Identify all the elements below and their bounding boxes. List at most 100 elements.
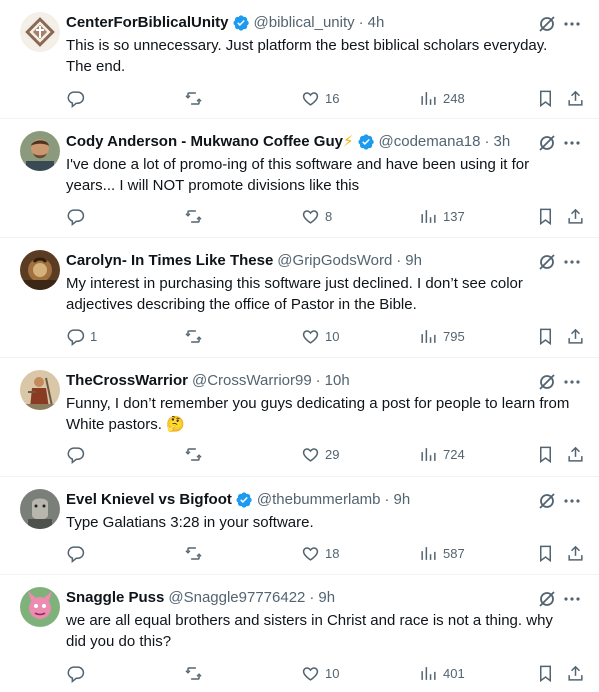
views-button[interactable]: 795 — [419, 324, 465, 348]
grok-icon[interactable] — [537, 589, 557, 609]
retweet-button[interactable] — [184, 661, 208, 685]
more-icon[interactable] — [563, 373, 581, 391]
avatar[interactable] — [20, 489, 60, 529]
share-button[interactable] — [566, 661, 585, 685]
bookmark-button[interactable] — [536, 541, 555, 565]
like-button[interactable]: 10 — [301, 324, 339, 348]
handle[interactable]: @biblical_unity — [254, 13, 355, 33]
more-icon[interactable] — [563, 134, 581, 152]
share-button[interactable] — [566, 204, 585, 228]
display-name[interactable]: Evel Knievel vs Bigfoot — [66, 490, 232, 510]
bookmark-button[interactable] — [536, 442, 555, 466]
separator: · — [309, 589, 315, 606]
display-name[interactable]: CenterForBiblicalUnity — [66, 13, 229, 33]
like-count: 8 — [325, 208, 333, 224]
more-icon[interactable] — [563, 15, 581, 33]
verified-icon — [232, 14, 250, 32]
views-button[interactable]: 137 — [419, 204, 465, 228]
share-icon — [566, 89, 585, 108]
handle[interactable]: @CrossWarrior99 — [192, 371, 312, 391]
avatar[interactable] — [20, 131, 60, 171]
tweet[interactable]: Cody Anderson - Mukwano Coffee Guy ⚡ @co… — [0, 119, 599, 238]
share-button[interactable] — [566, 541, 585, 565]
bookmark-button[interactable] — [536, 661, 555, 685]
share-button[interactable] — [566, 442, 585, 466]
like-icon — [301, 207, 320, 226]
bookmark-button[interactable] — [536, 86, 555, 110]
grok-icon[interactable] — [537, 372, 557, 392]
timestamp[interactable]: 9h — [318, 588, 335, 608]
like-icon — [301, 544, 320, 563]
separator: · — [384, 491, 390, 508]
display-name[interactable]: Cody Anderson - Mukwano Coffee Guy — [66, 132, 343, 152]
grok-icon[interactable] — [537, 14, 557, 34]
timestamp[interactable]: 10h — [325, 371, 350, 391]
grok-icon[interactable] — [537, 252, 557, 272]
grok-icon[interactable] — [537, 491, 557, 511]
retweet-button[interactable] — [184, 324, 208, 348]
separator: · — [484, 133, 490, 150]
tweet[interactable]: Carolyn- In Times Like These @GripGodsWo… — [0, 238, 599, 358]
share-button[interactable] — [566, 324, 585, 348]
like-button[interactable]: 29 — [301, 442, 339, 466]
reply-button[interactable]: 1 — [66, 324, 97, 348]
like-button[interactable]: 16 — [301, 86, 339, 110]
avatar[interactable] — [20, 250, 60, 290]
display-name[interactable]: Carolyn- In Times Like These — [66, 251, 273, 271]
avatar[interactable] — [20, 370, 60, 410]
handle[interactable]: @Snaggle97776422 — [168, 588, 305, 608]
timestamp[interactable]: 9h — [405, 251, 422, 271]
like-icon — [301, 445, 320, 464]
share-icon — [566, 664, 585, 683]
more-icon[interactable] — [563, 492, 581, 510]
view-count: 248 — [443, 90, 465, 106]
tweet-header: Evel Knievel vs Bigfoot @thebummerlamb ·… — [66, 490, 539, 510]
reply-button[interactable] — [66, 442, 90, 466]
like-button[interactable]: 8 — [301, 204, 332, 228]
display-name[interactable]: Snaggle Puss — [66, 588, 164, 608]
views-button[interactable]: 587 — [419, 541, 465, 565]
action-bar: 1 10 795 — [0, 324, 599, 348]
like-count: 10 — [325, 328, 340, 344]
views-button[interactable]: 724 — [419, 442, 465, 466]
views-button[interactable]: 248 — [419, 86, 465, 110]
tweet[interactable]: Evel Knievel vs Bigfoot @thebummerlamb ·… — [0, 477, 599, 575]
retweet-icon — [184, 207, 203, 226]
retweet-button[interactable] — [184, 86, 208, 110]
grok-icon[interactable] — [537, 133, 557, 153]
share-button[interactable] — [566, 86, 585, 110]
tweet[interactable]: Snaggle Puss @Snaggle97776422 · 9h we ar… — [0, 575, 599, 692]
handle[interactable]: @GripGodsWord — [277, 251, 392, 271]
reply-button[interactable] — [66, 541, 90, 565]
retweet-button[interactable] — [184, 204, 208, 228]
handle[interactable]: @codemana18 — [379, 132, 481, 152]
like-button[interactable]: 10 — [301, 661, 339, 685]
more-icon[interactable] — [563, 590, 581, 608]
like-icon — [301, 89, 320, 108]
views-icon — [419, 445, 438, 464]
avatar[interactable] — [20, 587, 60, 627]
display-name[interactable]: TheCrossWarrior — [66, 371, 188, 391]
timestamp[interactable]: 3h — [493, 132, 510, 152]
timestamp[interactable]: 4h — [368, 13, 385, 33]
avatar[interactable] — [20, 12, 60, 52]
bookmark-button[interactable] — [536, 204, 555, 228]
retweet-button[interactable] — [184, 442, 208, 466]
views-button[interactable]: 401 — [419, 661, 465, 685]
bookmark-button[interactable] — [536, 324, 555, 348]
views-icon — [419, 544, 438, 563]
retweet-button[interactable] — [184, 541, 208, 565]
handle[interactable]: @thebummerlamb — [257, 490, 381, 510]
reply-button[interactable] — [66, 204, 90, 228]
tweet-header: TheCrossWarrior @CrossWarrior99 · 10h — [66, 371, 539, 391]
timestamp[interactable]: 9h — [394, 490, 411, 510]
verified-icon — [235, 491, 253, 509]
like-button[interactable]: 18 — [301, 541, 339, 565]
reply-button[interactable] — [66, 86, 90, 110]
reply-button[interactable] — [66, 661, 90, 685]
tweet-text: My interest in purchasing this software … — [66, 275, 523, 313]
retweet-icon — [184, 327, 203, 346]
tweet[interactable]: TheCrossWarrior @CrossWarrior99 · 10h Fu… — [0, 358, 599, 477]
tweet[interactable]: CenterForBiblicalUnity @biblical_unity ·… — [0, 0, 599, 119]
more-icon[interactable] — [563, 253, 581, 271]
